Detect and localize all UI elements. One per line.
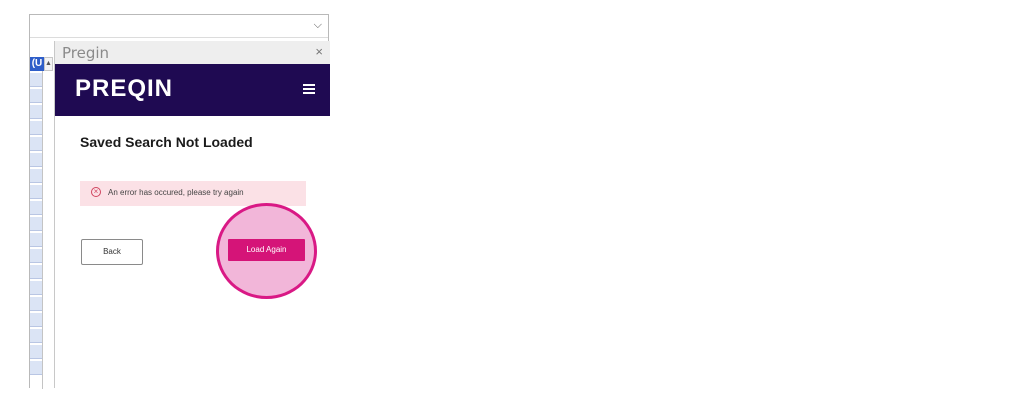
sheet-row[interactable] (30, 233, 42, 247)
cell-tag: (U (30, 57, 44, 71)
sheet-row[interactable] (30, 185, 42, 199)
sheet-row[interactable] (30, 249, 42, 263)
hamburger-icon[interactable] (303, 84, 315, 96)
sheet-row[interactable] (30, 121, 42, 135)
sheet-row[interactable] (30, 329, 42, 343)
close-icon[interactable]: × (315, 44, 323, 59)
preqin-task-pane: Pregin × PREQIN Saved Search Not Loaded … (54, 41, 330, 388)
brand-logo: PREQIN (75, 75, 174, 102)
sheet-row[interactable] (30, 105, 42, 119)
sheet-row[interactable] (30, 265, 42, 279)
sheet-row[interactable] (30, 201, 42, 215)
sheet-row[interactable] (30, 361, 42, 375)
sheet-row[interactable] (30, 137, 42, 151)
error-banner: × An error has occured, please try again (80, 181, 306, 206)
sheet-row[interactable] (30, 281, 42, 295)
pane-title: Pregin (62, 44, 110, 62)
column-divider (42, 71, 43, 389)
sheet-row[interactable] (30, 313, 42, 327)
brand-header: PREQIN (55, 64, 330, 116)
scroll-up-button[interactable]: ▲ (44, 57, 53, 71)
sheet-row[interactable] (30, 89, 42, 103)
top-dropdown[interactable]: ⌵ (30, 15, 328, 38)
sheet-row[interactable] (30, 73, 42, 87)
pane-titlebar: Pregin × (55, 41, 330, 64)
page-title: Saved Search Not Loaded (80, 134, 253, 150)
sheet-row[interactable] (30, 217, 42, 231)
error-message: An error has occured, please try again (108, 188, 244, 197)
load-again-button[interactable]: Load Again (228, 239, 305, 261)
sheet-row[interactable] (30, 345, 42, 359)
excel-window: ⌵ (U ▲ Pregin × PREQIN Saved Search Not … (29, 14, 330, 389)
sheet-row[interactable] (30, 153, 42, 167)
sheet-row[interactable] (30, 169, 42, 183)
spreadsheet-strip: (U ▲ (30, 57, 54, 389)
error-circle-icon: × (91, 187, 101, 197)
chevron-down-icon[interactable]: ⌵ (314, 19, 322, 32)
back-button[interactable]: Back (81, 239, 143, 265)
sheet-row[interactable] (30, 297, 42, 311)
